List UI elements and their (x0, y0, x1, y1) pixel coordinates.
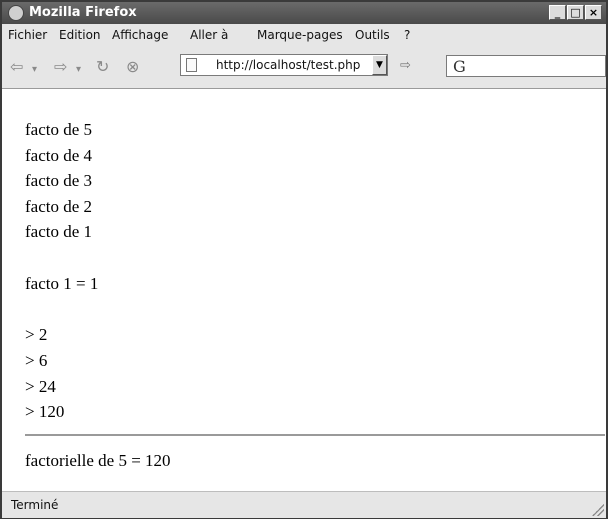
status-bar: Terminé (2, 491, 606, 518)
output-line: > 24 (25, 377, 56, 396)
go-icon[interactable]: ⇨ (400, 58, 418, 73)
close-button[interactable]: × (585, 5, 602, 20)
stop-icon[interactable]: ⊗ (126, 58, 139, 76)
status-text: Terminé (11, 498, 59, 512)
output-line: facto de 2 (25, 197, 93, 216)
output-line: > 120 (25, 402, 65, 421)
back-icon[interactable]: ⇦ (10, 58, 23, 76)
minimize-button[interactable]: _ (549, 5, 566, 20)
menu-affichage[interactable]: Affichage (112, 28, 168, 42)
url-text[interactable]: http://localhost/test.php (216, 58, 360, 72)
firefox-icon (8, 5, 24, 21)
resize-grip-icon[interactable] (592, 504, 604, 516)
menu-outils[interactable]: Outils (355, 28, 390, 42)
window-title: Mozilla Firefox (29, 5, 137, 20)
menu-aller-a[interactable]: Aller à (190, 28, 228, 42)
output-line: facto de 5 (25, 120, 93, 139)
page-content: facto de 5 facto de 4 facto de 3 facto d… (2, 89, 606, 491)
forward-dropdown-icon[interactable]: ▾ (76, 61, 81, 79)
reload-icon[interactable]: ↻ (96, 58, 109, 76)
back-dropdown-icon[interactable]: ▾ (32, 61, 37, 79)
url-bar[interactable]: http://localhost/test.php (180, 54, 388, 76)
title-bar[interactable]: Mozilla Firefox _ □ × (2, 2, 606, 24)
result-line: factorielle de 5 = 120 (25, 451, 171, 470)
url-dropdown-button[interactable]: ▼ (372, 55, 387, 75)
menu-fichier[interactable]: Fichier (8, 28, 47, 42)
menu-edition[interactable]: Edition (59, 28, 101, 42)
menu-marque-pages[interactable]: Marque-pages (257, 28, 343, 42)
output-line: facto 1 = 1 (25, 274, 99, 293)
horizontal-rule (25, 434, 605, 436)
forward-icon[interactable]: ⇨ (54, 58, 67, 76)
navigation-toolbar: ⇦ ▾ ⇨ ▾ ↻ ⊗ http://localhost/test.php ▼ … (2, 46, 606, 89)
search-input[interactable]: G (446, 55, 606, 77)
output-line: facto de 1 (25, 222, 93, 241)
page-icon (186, 58, 197, 72)
output-line: facto de 3 (25, 171, 93, 190)
google-search-icon[interactable]: G (453, 57, 466, 76)
browser-window: Mozilla Firefox _ □ × Fichier Edition Af… (0, 0, 608, 519)
maximize-button[interactable]: □ (567, 5, 584, 20)
output-line: > 2 (25, 325, 48, 344)
output-line: facto de 4 (25, 146, 93, 165)
menu-help[interactable]: ? (404, 28, 410, 42)
output-line: > 6 (25, 351, 48, 370)
menu-bar: Fichier Edition Affichage Aller à Marque… (2, 24, 606, 65)
